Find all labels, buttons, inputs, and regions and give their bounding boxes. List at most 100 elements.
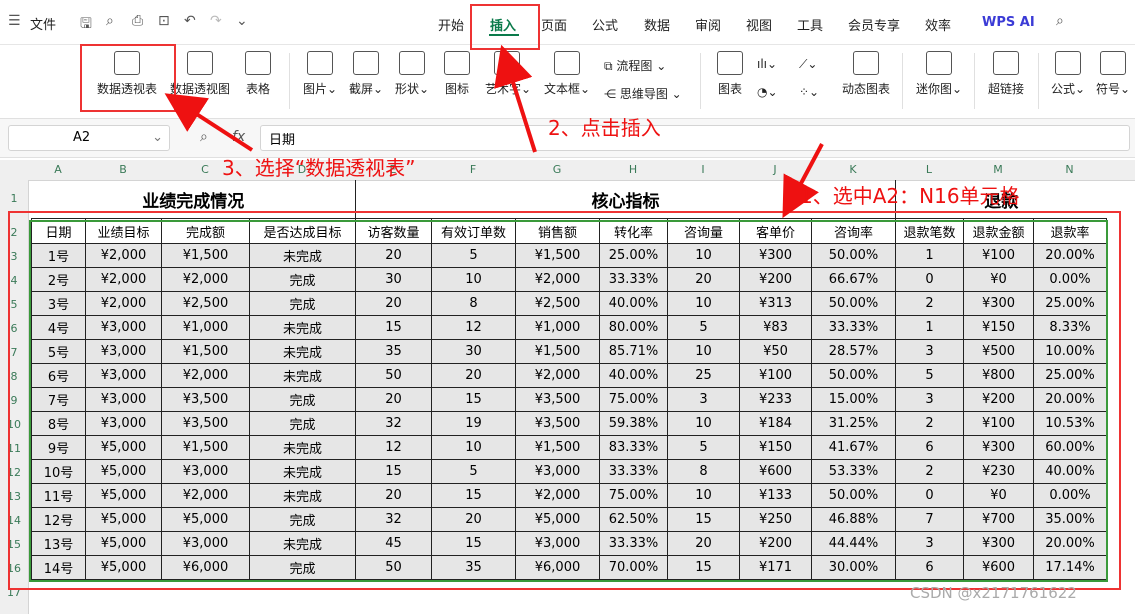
watermark: CSDN @x2171761622 [910,584,1077,602]
column-header[interactable]: K [811,160,895,180]
chevron-down-icon[interactable]: ⌄ [236,13,248,29]
picture-label: 图片 [302,82,327,96]
save-icon[interactable]: 🖫 [80,13,92,37]
tab-page[interactable]: 页面 [541,15,567,34]
column-header[interactable]: B [85,160,161,180]
screenshot-button[interactable]: 截屏⌄ [346,51,386,97]
highlight-box-selection [8,211,1121,590]
icon-button[interactable]: 图标 [440,51,474,97]
ribbon-separator [902,53,903,109]
tab-efficiency[interactable]: 效率 [925,15,951,34]
tab-tools[interactable]: 工具 [797,15,823,34]
search-icon[interactable]: ⌕ [1056,13,1064,29]
icons-grid-icon [444,51,470,75]
chart-button[interactable]: 图表 [713,51,747,97]
highlight-box-insert-tab [470,4,540,50]
pie-chart-dropdown[interactable]: ◔⌄ [757,85,778,99]
column-header[interactable]: F [431,160,515,180]
tab-formula[interactable]: 公式 [592,15,618,34]
textbox-icon [554,51,580,75]
sparkline-label: 迷你图 [915,82,952,96]
column-header[interactable]: H [599,160,667,180]
row-header[interactable]: 1 [0,192,28,205]
symbol-button[interactable]: 符号⌄ [1094,51,1132,97]
chevron-down-icon: ⌄ [152,130,163,145]
formula-button[interactable]: 公式⌄ [1048,51,1088,97]
pivot-chart-label: 数据透视图 [169,82,230,96]
art-text-label: 艺术字 [485,82,522,96]
annotation-step3: 3、选择“数据透视表” [222,156,416,180]
redo-icon[interactable]: ↷ [210,13,222,29]
dynamic-chart-label: 动态图表 [841,82,890,96]
bar-chart-icon [717,51,743,75]
column-chart-dropdown[interactable]: ılı⌄ [757,57,777,71]
ribbon-separator [289,53,290,109]
highlight-box-pivot-table [80,44,176,112]
column-header[interactable]: J [739,160,811,180]
formula-input[interactable]: 日期 [260,125,1130,151]
dynamic-chart-icon [853,51,879,75]
tab-data[interactable]: 数据 [644,15,670,34]
art-text-icon [494,51,520,75]
table-icon [245,51,271,75]
print-icon[interactable]: ⎙ [132,13,143,29]
table-button[interactable]: 表格 [240,51,276,97]
symbol-label: 符号 [1095,82,1120,96]
formula-label: 公式 [1050,82,1075,96]
textbox-label: 文本框 [543,82,580,96]
line-chart-dropdown[interactable]: ⟋⌄ [799,57,817,72]
table-label: 表格 [245,82,270,96]
pivot-chart-button[interactable]: 数据透视图 [166,51,234,97]
tab-view[interactable]: 视图 [746,15,772,34]
file-menu[interactable]: 文件 [30,14,56,33]
screenshot-label: 截屏 [348,82,373,96]
sparkline-icon [926,51,952,75]
fx-icon[interactable]: fx [232,129,245,145]
ribbon-separator [700,53,701,109]
scissors-icon [353,51,379,75]
format-painter-icon[interactable]: ⌕ [106,13,114,29]
annotation-step1: 1、选中A2：N16单元格 [800,184,1020,208]
menu-bar: ☰ 文件 🖫 ⌕ ⎙ ⊡ ↶ ↷ ⌄ 开始 插入 页面 公式 数据 审阅 视图 … [0,0,1135,45]
sparkline-button[interactable]: 迷你图⌄ [914,51,964,97]
mindmap-label: 思维导图 [619,87,668,101]
flowchart-button[interactable]: ⧉ 流程图 ⌄ [604,57,666,74]
picture-icon [307,51,333,75]
shape-button[interactable]: 形状⌄ [392,51,432,97]
ribbon-separator [974,53,975,109]
column-header[interactable]: M [963,160,1033,180]
picture-button[interactable]: 图片⌄ [300,51,340,97]
textbox-button[interactable]: 文本框⌄ [542,51,592,97]
menu-icon[interactable]: ☰ [8,13,21,29]
zoom-icon[interactable]: ⌕ [200,129,208,145]
column-headers: A B C D E F G H I J K L M N [0,160,1135,181]
hyperlink-button[interactable]: 超链接 [986,51,1026,97]
mindmap-icon: ⋲ [604,87,620,101]
column-header[interactable]: I [667,160,739,180]
wps-ai-label: WPS AI [982,15,1035,30]
tab-review[interactable]: 审阅 [695,15,721,34]
scatter-chart-dropdown[interactable]: ⁘⌄ [799,85,819,99]
print-preview-icon[interactable]: ⊡ [158,13,170,29]
chart-label: 图表 [717,82,742,96]
omega-icon [1100,51,1126,75]
art-text-button[interactable]: 艺术字⌄ [485,51,531,97]
shape-icon [399,51,425,75]
sqrt-icon [1055,51,1081,75]
name-box[interactable]: A2 ⌄ [8,125,170,151]
mindmap-button[interactable]: ⋲ 思维导图 ⌄ [604,85,682,102]
pivot-chart-icon [187,51,213,75]
dynamic-chart-button[interactable]: 动态图表 [838,51,894,97]
column-header[interactable]: A [31,160,85,180]
tab-home[interactable]: 开始 [438,15,464,34]
tab-member[interactable]: 会员专享 [848,15,900,34]
hyperlink-label: 超链接 [987,82,1024,96]
cell-reference: A2 [73,130,91,145]
column-header[interactable]: G [515,160,599,180]
undo-icon[interactable]: ↶ [184,13,196,29]
column-header[interactable]: L [895,160,963,180]
wps-ai-button[interactable]: WPS AI [982,15,1035,30]
column-header[interactable]: N [1033,160,1106,180]
formula-content: 日期 [269,133,296,148]
ribbon-separator [1038,53,1039,109]
